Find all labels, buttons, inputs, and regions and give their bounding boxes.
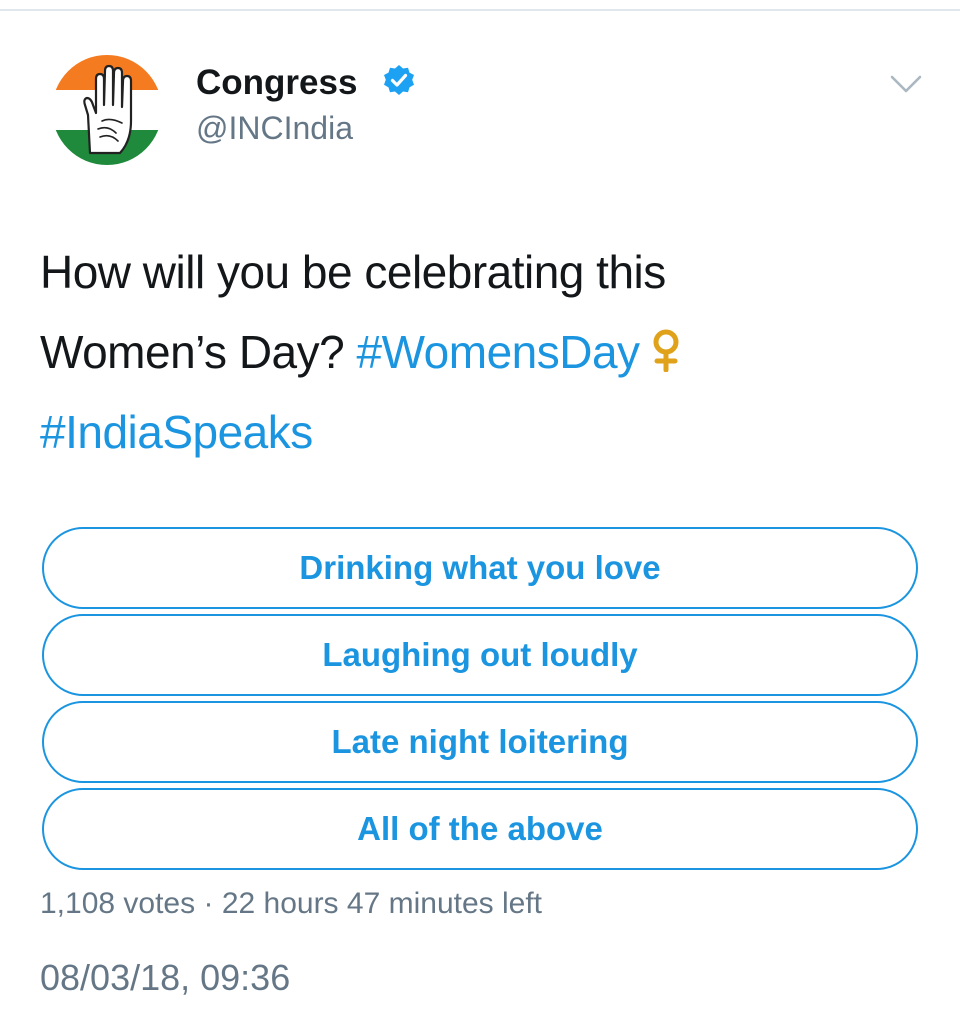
author-handle[interactable]: @INCIndia xyxy=(196,108,353,148)
chevron-down-icon[interactable] xyxy=(888,70,924,98)
tweet-timestamp[interactable]: 08/03/18, 09:36 xyxy=(40,956,290,1000)
tweet-text: How will you be celebrating this Women’s… xyxy=(40,232,920,472)
venus-symbol-icon xyxy=(653,329,679,372)
poll-option-button[interactable]: Late night loitering xyxy=(42,701,918,783)
poll: Drinking what you love Laughing out loud… xyxy=(42,527,918,875)
avatar[interactable] xyxy=(52,55,162,165)
tweet-text-segment: Women’s Day? xyxy=(40,326,357,378)
poll-time-left: 22 hours 47 minutes left xyxy=(221,887,542,920)
tweet-text-line: #IndiaSpeaks xyxy=(40,392,920,472)
tweet-text-line: How will you be celebrating this xyxy=(40,246,666,298)
poll-meta: 1,108 votes · 22 hours 47 minutes left xyxy=(40,884,542,924)
congress-hand-logo-icon xyxy=(83,64,133,155)
poll-option-button[interactable]: Drinking what you love xyxy=(42,527,918,609)
poll-option-button[interactable]: Laughing out loudly xyxy=(42,614,918,696)
tweet-text-line: Women’s Day? #WomensDay xyxy=(40,312,920,392)
hashtag-womensday-link[interactable]: #WomensDay xyxy=(357,326,641,378)
author-display-name[interactable]: Congress xyxy=(196,62,357,104)
poll-vote-count: 1,108 votes xyxy=(40,887,196,920)
verified-badge-icon xyxy=(384,65,414,95)
top-divider xyxy=(0,9,960,11)
poll-meta-separator: · xyxy=(203,887,214,920)
hashtag-indiaspeaks-link[interactable]: #IndiaSpeaks xyxy=(40,406,313,458)
poll-option-button[interactable]: All of the above xyxy=(42,788,918,870)
